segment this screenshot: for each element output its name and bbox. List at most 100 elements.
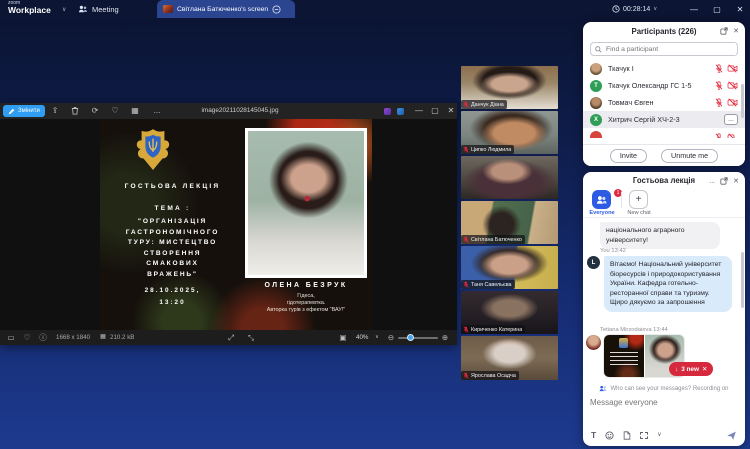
screenshot-icon[interactable] [640,432,648,439]
tab-meeting[interactable]: Meeting [78,0,119,18]
workplace-logo-text: Workplace [8,6,51,15]
minimize-button[interactable]: — [684,0,704,18]
favorite-icon[interactable]: ♡ [22,333,32,342]
app-icon-purple[interactable] [384,108,391,115]
video-tile[interactable]: Данчук Діана [461,66,558,109]
close-icon[interactable]: ✕ [733,178,739,185]
video-tile[interactable]: Таня Савельєва [461,246,558,289]
chat-message: національного аграрного університету! [600,222,720,249]
close-icon[interactable]: ✕ [733,28,739,35]
participant-row[interactable]: T Ткачук Олександр ГС 1-5 [583,77,745,94]
video-tile[interactable]: Кириченко Катерина [461,291,558,334]
new-chat-button[interactable]: + [629,190,648,209]
new-messages-button[interactable]: ↓ 3 new ✕ [669,362,713,376]
actual-size-icon[interactable]: ⤡ [246,333,256,342]
share-icon[interactable]: ⇪ [50,106,60,116]
shared-screen-area: Змінити ⇪ ⟳ ♡ ▦ ... image20211028145045.… [0,18,750,449]
speaker-role-line: гідотерапевтка. [240,300,372,307]
edit-image-button[interactable]: Змінити [3,105,45,117]
mic-off-icon [715,98,723,107]
chevron-down-icon[interactable]: ∨ [372,333,382,342]
zoom-workplace-logo[interactable]: zoom Workplace [8,1,51,15]
participants-panel: Participants (226) ✕ Ткачук І T [583,22,745,166]
mic-off-icon [463,236,469,243]
participant-name: Таня Савельєва [471,282,512,288]
maximize-button[interactable]: ▢ [707,0,727,18]
tab-shared-screen[interactable]: Світлана Батюченко's screen [157,0,295,18]
timer-value: 00:28:14 [623,6,650,13]
disconnect-tab-icon[interactable] [272,5,281,14]
participant-row[interactable]: Ткачук І [583,60,745,77]
mic-off-icon [463,326,469,333]
participant-search[interactable] [590,42,738,56]
format-text-icon[interactable]: T [591,431,596,440]
file-size: 210.2 kB [110,334,134,341]
lecture-poster-image: ГОСТЬОВА ЛЕКЦІЯ ТЕМА : "ОРГАНІЗАЦІЯ ГАСТ… [100,119,372,330]
participants-header: Participants (226) ✕ [583,22,745,40]
participant-more-button[interactable]: ... [724,114,738,125]
send-icon[interactable] [726,430,737,441]
meeting-timer[interactable]: 00:28:14 ∨ [612,0,657,18]
viewer-minimize-icon[interactable]: — [414,106,424,116]
favorite-icon[interactable]: ♡ [110,106,120,116]
chat-message: Вітаємо! Національний університет біорес… [604,256,732,312]
zoom-in-icon[interactable]: ⊕ [440,333,450,342]
invite-button[interactable]: Invite [610,149,647,163]
chevron-down-icon[interactable]: ∨ [657,432,661,438]
scrollbar[interactable] [741,252,744,308]
poster-title: "ОРГАНІЗАЦІЯ ГАСТРОНОМІЧНОГО ТУРУ: МИСТЕ… [100,217,245,281]
participant-row-selected[interactable]: X Хитрич Сергій ХЧ-2-3 ... [583,111,745,128]
rotate-icon[interactable]: ⟳ [90,106,100,116]
privacy-note-row[interactable]: Who can see your messages? Recording on [583,385,745,392]
delete-icon[interactable] [70,106,80,116]
scrollbar[interactable] [741,84,744,118]
participant-name: Кириченко Катерина [471,327,522,333]
participant-row[interactable]: Товмач Євген [583,94,745,111]
file-icon[interactable] [623,431,631,440]
video-tile-nameplate: Ципко Людмила [461,145,514,154]
chevron-down-icon[interactable]: ∨ [62,6,66,13]
video-tile[interactable]: Ярослава Осадча [461,336,558,380]
zoom-slider-handle[interactable] [407,334,414,341]
message-input[interactable] [590,398,730,407]
video-tile-nameplate: Таня Савельєва [461,280,515,289]
people-icon [599,385,607,392]
plus-icon: + [636,194,642,205]
unmute-me-button[interactable]: Unmute me [661,149,718,163]
pop-out-icon[interactable] [720,177,728,185]
close-icon[interactable]: ✕ [702,365,707,373]
mic-off-icon [463,146,469,153]
tab-everyone[interactable]: 1 [592,190,611,209]
participant-row-partial[interactable] [583,128,745,138]
attachment-poster-left [604,335,644,377]
search-input[interactable] [606,43,736,55]
close-button[interactable]: ✕ [730,0,750,18]
frame-icon[interactable]: ▣ [338,333,348,342]
pop-out-icon[interactable] [720,27,728,35]
emoji-icon[interactable] [605,431,614,440]
poster-time: 13:20 [100,299,245,306]
avatar [590,97,602,109]
titlebar: zoom Workplace ∨ Meeting Світлана Батюче… [0,0,750,18]
fit-to-window-icon[interactable]: ⤢ [226,333,236,342]
chevron-down-icon: ∨ [653,6,657,12]
video-off-icon [727,98,738,107]
viewer-maximize-icon[interactable]: ▢ [430,106,440,116]
tab-shared-screen-label: Світлана Батюченко's screen [177,6,268,13]
video-tile[interactable] [461,156,558,199]
info-icon[interactable]: ⓘ [38,333,48,342]
viewer-close-icon[interactable]: ✕ [446,106,456,116]
video-tile[interactable]: Світлана Батюченко [461,201,558,244]
zoom-out-icon[interactable]: ⊖ [386,333,396,342]
attachment-emblem [619,338,628,348]
grid-icon: ▦ [98,333,108,342]
more-icon[interactable]: ... [709,178,715,185]
divider [621,192,622,208]
filmstrip-icon[interactable]: ▦ [130,106,140,116]
zoom-slider[interactable] [398,337,438,339]
video-tile[interactable]: Ципко Людмила [461,111,558,154]
collections-icon[interactable]: ▭ [6,333,16,342]
app-icon-blue[interactable] [397,108,404,115]
zoom-level-value[interactable]: 40% [356,334,368,341]
participant-name: Світлана Батюченко [471,237,522,243]
